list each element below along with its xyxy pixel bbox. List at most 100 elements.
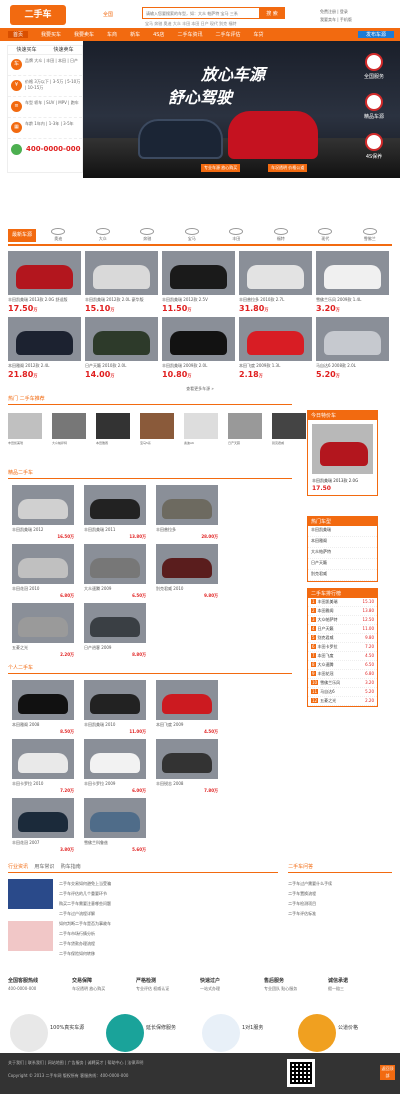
car-title[interactable]: 丰田凯美瑞 2011 xyxy=(84,527,146,533)
car-title[interactable]: 日产逍客 2009 xyxy=(84,645,146,651)
car-photo[interactable] xyxy=(239,251,312,295)
car-card[interactable]: 日产天籁 2010款 2.0L 14.00万 xyxy=(85,317,158,379)
car-title[interactable]: 马自达6 2008款 2.0L xyxy=(316,363,389,369)
rank-item[interactable]: 2 本田雅阁 13.80 xyxy=(308,607,377,616)
search-button[interactable]: 搜 索 xyxy=(259,7,285,19)
news-thumb[interactable] xyxy=(8,921,53,951)
car-photo[interactable] xyxy=(84,603,146,643)
car-photo[interactable] xyxy=(84,680,146,720)
car-photo[interactable] xyxy=(84,485,146,525)
qa-item[interactable]: 二手车评估标准 xyxy=(288,909,392,919)
qa-item[interactable]: 二手车置换流程 xyxy=(288,889,392,899)
car-title[interactable]: 本田雅阁 2012款 2.4L xyxy=(8,363,81,369)
hero-image[interactable]: 放心车源 舒心驾驶 专业车源 放心购买 车况透明 价格公道 全国服务 精品车源 … xyxy=(83,41,400,178)
rank-item[interactable]: 3 大众帕萨特 12.50 xyxy=(308,616,377,625)
car-title[interactable]: 丰田凯美瑞 2009款 2.0L xyxy=(162,363,235,369)
brand-benz[interactable]: 奔驰 xyxy=(125,228,170,242)
quick-row-text[interactable]: 品牌 大众 | 丰田 | 本田 | 日产 xyxy=(25,58,82,64)
hot-model-item[interactable]: 大众帕萨特 xyxy=(308,548,377,559)
car-title[interactable]: 日产天籁 2010款 2.0L xyxy=(85,363,158,369)
car-card[interactable]: 本田飞度 2009 4.50万 xyxy=(156,680,218,735)
car-card[interactable]: 本田雅阁 2012款 2.4L 21.80万 xyxy=(8,317,81,379)
service-item[interactable]: 交易保障 车况透明 放心购买 xyxy=(72,977,136,992)
car-title[interactable]: 丰田花冠 2010 xyxy=(12,586,74,592)
car-title[interactable]: 雪佛兰乐风 2009款 1.4L xyxy=(316,297,389,303)
car-title[interactable]: 丰田卡罗拉 2009 xyxy=(84,781,146,787)
publish-button[interactable]: 发布车源 xyxy=(357,31,394,38)
nav-new-car[interactable]: 新车 xyxy=(130,31,140,38)
car-title[interactable]: 本田飞度 2009 xyxy=(156,722,218,728)
news-item[interactable]: 如何判断二手车是否为事故车 xyxy=(59,919,278,929)
car-card[interactable]: 雪佛兰乐风 2009款 1.4L 3.20万 xyxy=(316,251,389,313)
brand-toyota[interactable]: 丰田 xyxy=(214,228,259,242)
car-photo[interactable] xyxy=(12,739,74,779)
rank-item[interactable]: 7 本田飞度 4.50 xyxy=(308,652,377,661)
car-card[interactable]: 丰田凯美瑞 2011 13.80万 xyxy=(84,485,146,540)
brand-vw[interactable]: 大众 xyxy=(81,228,126,242)
news-tab[interactable]: 行业资讯 xyxy=(8,864,28,870)
car-card[interactable]: 丰田凯美瑞 2012款 2.5V 11.50万 xyxy=(162,251,235,313)
mobile-link[interactable]: 手机版 xyxy=(340,17,352,22)
car-photo[interactable] xyxy=(162,251,235,295)
rank-item[interactable]: 8 大众速腾 6.50 xyxy=(308,661,377,670)
nav-dealers[interactable]: 车商 xyxy=(107,31,117,38)
car-card[interactable]: 大众速腾 2009 6.50万 xyxy=(84,544,146,599)
car-card[interactable]: 丰田凯美瑞 2009款 2.0L 10.80万 xyxy=(162,317,235,379)
car-card[interactable]: 别克君威 2010 9.80万 xyxy=(156,544,218,599)
car-title[interactable]: 别克君威 2010 xyxy=(156,586,218,592)
service-item[interactable]: 严格检测 专业评估 权威认证 xyxy=(136,977,200,992)
quick-row-text[interactable]: 价格 3万以下 | 3-5万 | 5-10万 | 10-15万 xyxy=(25,79,82,91)
latest-cars-header[interactable]: 最新车源 xyxy=(8,228,37,242)
rank-item[interactable]: 1 丰田凯美瑞 15.10 xyxy=(308,598,377,607)
car-title[interactable]: 本田雅阁 2008 xyxy=(12,722,74,728)
news-thumb[interactable] xyxy=(8,879,53,909)
recommend-thumb[interactable]: 大众帕萨特 xyxy=(52,413,86,445)
recommend-thumb[interactable]: 宝马5系 xyxy=(140,413,174,445)
car-photo[interactable] xyxy=(85,251,158,295)
car-photo[interactable] xyxy=(84,798,146,838)
car-photo[interactable] xyxy=(162,317,235,361)
car-photo[interactable] xyxy=(85,317,158,361)
brand-ford[interactable]: 福特 xyxy=(259,228,304,242)
recommend-thumb[interactable]: 丰田凯美瑞 xyxy=(8,413,42,445)
hot-model-item[interactable]: 丰田凯美瑞 xyxy=(308,526,377,537)
quick-row-text[interactable]: 车型 轿车 | SUV | MPV | 跑车 xyxy=(25,100,82,106)
service-item[interactable]: 全国客服热线 400-0000-000 xyxy=(8,977,72,992)
nav-4s[interactable]: 4S店 xyxy=(153,31,164,38)
car-card[interactable]: 丰田花冠 2007 3.80万 xyxy=(12,798,74,853)
car-card[interactable]: 丰田凯美瑞 2012款 2.0L 豪华版 15.10万 xyxy=(85,251,158,313)
car-card[interactable]: 丰田花冠 2010 6.80万 xyxy=(12,544,74,599)
news-item[interactable]: 二手车贷款办理流程 xyxy=(59,939,278,949)
car-photo[interactable] xyxy=(8,317,81,361)
recommend-thumb[interactable]: 奥迪A6 xyxy=(184,413,218,445)
sell-link[interactable]: 我要卖车 xyxy=(320,17,336,22)
qa-item[interactable]: 二手车过户需要什么手续 xyxy=(288,879,392,889)
nav-home[interactable]: 首页 xyxy=(8,31,29,38)
brand-hyundai[interactable]: 现代 xyxy=(303,228,348,242)
feature-item[interactable]: 100%真实车源 xyxy=(8,1014,104,1054)
news-tab[interactable]: 用车常识 xyxy=(34,864,54,870)
car-photo[interactable] xyxy=(156,739,218,779)
car-card[interactable]: 本田雅阁 2008 8.50万 xyxy=(12,680,74,735)
more-cars-link[interactable]: 查看更多车源 » xyxy=(0,386,400,392)
car-card[interactable]: 马自达6 2008款 2.0L 5.20万 xyxy=(316,317,389,379)
recommend-thumb[interactable]: 日产天籁 xyxy=(228,413,262,445)
car-title[interactable]: 丰田花冠 2007 xyxy=(12,840,74,846)
car-photo[interactable] xyxy=(84,544,146,584)
login-link[interactable]: 登录 xyxy=(340,9,348,14)
car-card[interactable]: 丰田凯美瑞 2010 11.00万 xyxy=(84,680,146,735)
car-card[interactable]: 丰田卡罗拉 2009 6.00万 xyxy=(84,739,146,794)
car-title[interactable]: 本田飞度 2009款 1.3L xyxy=(239,363,312,369)
car-card[interactable]: 丰田普拉多 2010款 2.7L 31.80万 xyxy=(239,251,312,313)
rank-item[interactable]: 10 雪佛兰乐风 3.20 xyxy=(308,679,377,688)
car-title[interactable]: 丰田锐志 2008 xyxy=(156,781,218,787)
car-photo[interactable] xyxy=(12,798,74,838)
city-selector[interactable]: 全国 xyxy=(103,11,113,18)
nav-loan[interactable]: 车贷 xyxy=(253,31,263,38)
news-item[interactable]: 二手车评估的几个重要环节 xyxy=(59,889,278,899)
nav-buy[interactable]: 我要买车 xyxy=(41,31,61,38)
car-photo[interactable] xyxy=(316,251,389,295)
nav-news[interactable]: 二手车资讯 xyxy=(177,31,202,38)
car-title[interactable]: 丰田普拉多 xyxy=(156,527,218,533)
feature-item[interactable]: 1对1服务 xyxy=(200,1014,296,1054)
